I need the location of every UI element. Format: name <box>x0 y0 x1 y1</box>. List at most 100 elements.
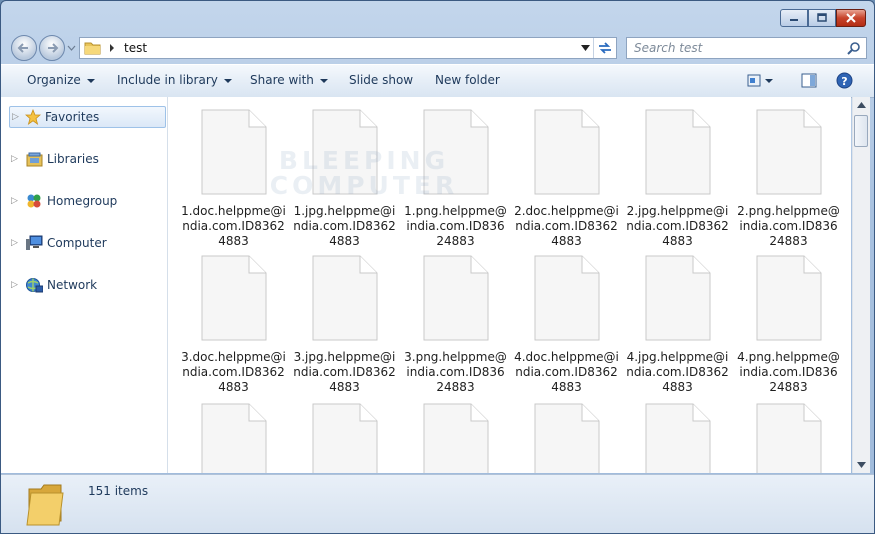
homegroup-icon <box>27 194 41 208</box>
share-with-label: Share with <box>250 73 314 87</box>
refresh-icon <box>599 42 611 54</box>
file-item[interactable]: 4.jpg.helppme@india.com.ID83624883 <box>625 255 730 395</box>
share-with-menu[interactable]: Share with <box>250 73 328 87</box>
nav-item-label: Favorites <box>45 110 100 124</box>
file-name: 1.png.helppme@india.com.ID83624883 <box>404 204 507 248</box>
network-icon <box>26 278 43 293</box>
libraries-icon <box>26 152 43 166</box>
file-name: 4.doc.helppme@india.com.ID83624883 <box>514 350 619 394</box>
more-views-dropdown-icon[interactable] <box>765 79 773 83</box>
file-item[interactable] <box>514 403 619 473</box>
nav-item-label: Homegroup <box>47 194 118 208</box>
close-icon <box>846 13 856 23</box>
navigation-pane: ▷ Favorites ▷ Libraries ▷ Homegroup ▷ Co… <box>1 97 168 473</box>
command-bar: Organize Include in library Share with S… <box>1 64 874 98</box>
file-name: 3.doc.helppme@india.com.ID83624883 <box>181 350 286 394</box>
slide-show-button[interactable]: Slide show <box>349 73 413 87</box>
blank-file-icon <box>312 403 377 473</box>
address-bar[interactable]: test <box>79 37 617 59</box>
nav-item-label: Libraries <box>47 152 99 166</box>
watermark: BLEEPING COMPUTER <box>184 148 544 198</box>
file-item[interactable] <box>625 403 730 473</box>
recent-pages-dropdown-icon[interactable] <box>67 44 76 52</box>
blank-file-icon <box>201 403 266 473</box>
expand-arrow-icon[interactable]: ▷ <box>11 196 21 206</box>
preview-pane-icon[interactable] <box>801 73 817 88</box>
file-item[interactable]: 3.doc.helppme@india.com.ID83624883 <box>181 255 286 395</box>
blank-file-icon <box>423 403 488 473</box>
chevron-down-icon <box>223 78 232 83</box>
title-bar <box>1 1 874 31</box>
organize-label: Organize <box>27 73 81 87</box>
scroll-up-icon[interactable] <box>857 102 866 108</box>
organize-menu[interactable]: Organize <box>27 73 95 87</box>
file-name: 4.jpg.helppme@india.com.ID83624883 <box>626 350 729 394</box>
file-name: 4.png.helppme@india.com.ID83624883 <box>737 350 840 394</box>
nav-item-libraries[interactable]: ▷ Libraries <box>9 148 99 170</box>
address-dropdown-icon[interactable] <box>581 45 590 52</box>
caption-buttons <box>780 9 866 27</box>
folder-icon <box>84 42 101 55</box>
scroll-down-icon[interactable] <box>857 462 866 468</box>
help-icon[interactable]: ? <box>836 72 853 89</box>
breadcrumb-arrow-icon[interactable] <box>108 43 116 53</box>
expand-arrow-icon[interactable]: ▷ <box>11 238 21 248</box>
search-box[interactable]: Search test <box>626 37 867 59</box>
file-item[interactable]: 3.jpg.helppme@india.com.ID83624883 <box>292 255 397 395</box>
file-item[interactable] <box>181 403 286 473</box>
nav-item-label: Network <box>47 278 98 292</box>
minimize-button[interactable] <box>780 9 808 27</box>
expand-arrow-icon[interactable]: ▷ <box>12 112 22 122</box>
blank-file-icon <box>645 255 710 341</box>
file-item[interactable] <box>403 403 508 473</box>
blank-file-icon <box>645 109 710 195</box>
back-arrow-icon <box>17 43 28 53</box>
file-name: 1.jpg.helppme@india.com.ID83624883 <box>293 204 396 248</box>
blank-file-icon <box>534 255 599 341</box>
nav-item-favorites[interactable]: ▷ Favorites <box>9 106 166 128</box>
file-name: 2.png.helppme@india.com.ID83624883 <box>737 204 840 248</box>
search-icon[interactable] <box>847 41 861 55</box>
forward-arrow-icon <box>48 43 59 53</box>
chevron-down-icon <box>319 78 328 83</box>
new-folder-button[interactable]: New folder <box>435 73 500 87</box>
svg-text:?: ? <box>841 75 847 88</box>
file-name: 2.jpg.helppme@india.com.ID83624883 <box>626 204 729 248</box>
nav-item-homegroup[interactable]: ▷ Homegroup <box>9 190 117 212</box>
expand-arrow-icon[interactable]: ▷ <box>11 280 21 290</box>
expand-arrow-icon[interactable]: ▷ <box>11 154 21 164</box>
address-row: test Search test <box>1 32 874 63</box>
nav-item-computer[interactable]: ▷ Computer <box>9 232 107 254</box>
include-in-library-menu[interactable]: Include in library <box>117 73 232 87</box>
close-button[interactable] <box>836 9 866 27</box>
blank-file-icon <box>201 255 266 341</box>
back-button[interactable] <box>11 35 37 61</box>
file-name: 2.doc.helppme@india.com.ID83624883 <box>514 204 619 248</box>
forward-button[interactable] <box>39 35 65 61</box>
file-name: 3.jpg.helppme@india.com.ID83624883 <box>293 350 396 394</box>
blank-file-icon <box>756 109 821 195</box>
item-count: 151 items <box>88 484 149 498</box>
blank-file-icon <box>534 403 599 473</box>
blank-file-icon <box>645 403 710 473</box>
file-item[interactable] <box>292 403 397 473</box>
file-item[interactable] <box>736 403 841 473</box>
breadcrumb-folder[interactable]: test <box>124 41 147 55</box>
maximize-button[interactable] <box>808 9 836 27</box>
search-input[interactable]: Search test <box>634 41 702 55</box>
file-item[interactable]: 2.jpg.helppme@india.com.ID83624883 <box>625 109 730 249</box>
vertical-scrollbar[interactable] <box>852 97 870 473</box>
blank-file-icon <box>756 255 821 341</box>
file-item[interactable]: 3.png.helppme@india.com.ID83624883 <box>403 255 508 395</box>
file-item[interactable]: 2.png.helppme@india.com.ID83624883 <box>736 109 841 249</box>
change-view-icon[interactable] <box>747 74 761 87</box>
file-item[interactable]: 4.doc.helppme@india.com.ID83624883 <box>514 255 619 395</box>
nav-item-network[interactable]: ▷ Network <box>9 274 97 296</box>
computer-icon <box>26 235 43 250</box>
file-item[interactable]: 4.png.helppme@india.com.ID83624883 <box>736 255 841 395</box>
minimize-icon <box>790 19 798 21</box>
scroll-thumb[interactable] <box>854 115 868 147</box>
watermark-line-2: COMPUTER <box>269 171 459 200</box>
file-name: 1.doc.helppme@india.com.ID83624883 <box>181 204 286 248</box>
refresh-button[interactable] <box>593 38 616 58</box>
